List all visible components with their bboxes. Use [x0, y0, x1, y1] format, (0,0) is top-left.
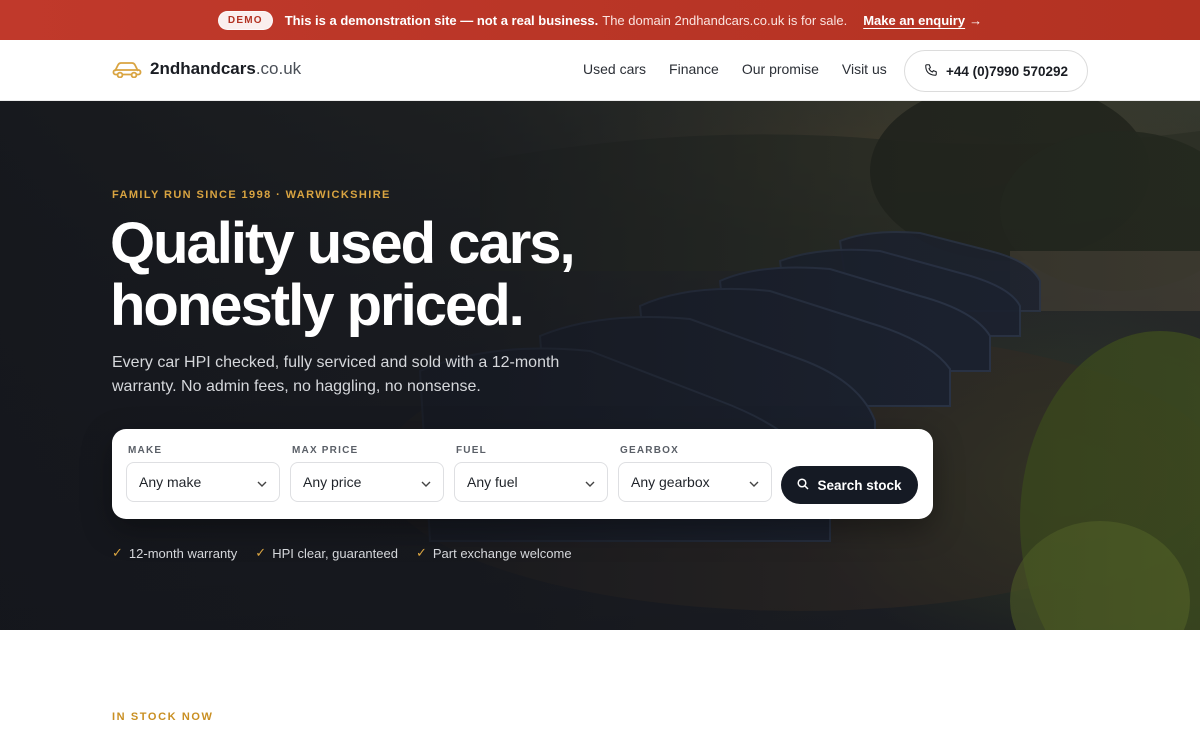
site-header: 2ndhandcars.co.uk Used cars Finance Our …	[0, 40, 1200, 101]
check-icon: ✓	[255, 545, 267, 560]
gearbox-select[interactable]: Any gearbox	[618, 462, 772, 502]
demo-notice-strong: This is a demonstration site — not a rea…	[284, 12, 599, 28]
demo-notice-text: The domain 2ndhandcars.co.uk is for sale…	[602, 12, 848, 28]
search-stock-button[interactable]: Search stock	[781, 466, 918, 504]
fuel-select[interactable]: Any fuel	[454, 462, 608, 502]
chevron-down-icon	[421, 474, 431, 490]
hero-headline: Quality used cars, honestly priced.	[110, 213, 630, 337]
headline-line-2: honestly priced.	[110, 273, 525, 338]
chevron-down-icon	[749, 474, 759, 490]
make-select[interactable]: Any make	[126, 462, 280, 502]
chevron-down-icon	[585, 474, 595, 490]
make-enquiry-link[interactable]: Make an enquiry	[863, 13, 965, 28]
fuel-label: FUEL	[456, 445, 487, 456]
max-price-select[interactable]: Any price	[290, 462, 444, 502]
demo-badge: DEMO	[217, 10, 273, 30]
nav-visit-us[interactable]: Visit us	[842, 61, 887, 77]
logo-tld: .co.uk	[255, 59, 302, 78]
car-logo-icon	[112, 60, 142, 78]
gearbox-field: GEARBOX Any gearbox	[618, 445, 772, 502]
nav-used-cars[interactable]: Used cars	[583, 61, 646, 77]
gearbox-label: GEARBOX	[620, 445, 679, 456]
site-logo[interactable]: 2ndhandcars.co.uk	[112, 59, 301, 79]
trust-points: ✓ 12-month warranty ✓ HPI clear, guarant…	[112, 545, 572, 561]
logo-name: 2ndhandcars	[150, 59, 256, 78]
in-stock-eyebrow: IN STOCK NOW	[112, 711, 214, 723]
trust-point-part-exchange: ✓ Part exchange welcome	[415, 545, 572, 561]
hero-eyebrow: FAMILY RUN SINCE 1998 · WARWICKSHIRE	[112, 189, 391, 201]
max-price-label: MAX PRICE	[292, 445, 359, 456]
search-icon	[797, 477, 809, 493]
hero-section: FAMILY RUN SINCE 1998 · WARWICKSHIRE Qua…	[0, 101, 1200, 630]
stock-search-form: MAKE Any make MAX PRICE Any price FUEL A…	[112, 429, 933, 519]
make-field: MAKE Any make	[126, 445, 280, 502]
chevron-down-icon	[257, 474, 267, 490]
phone-number: +44 (0)7990 570292	[946, 63, 1068, 79]
check-icon: ✓	[415, 545, 427, 560]
nav-our-promise[interactable]: Our promise	[742, 61, 819, 77]
max-price-field: MAX PRICE Any price	[290, 445, 444, 502]
fuel-field: FUEL Any fuel	[454, 445, 608, 502]
trust-point-warranty: ✓ 12-month warranty	[112, 545, 238, 561]
headline-line-1: Quality used cars,	[110, 211, 576, 276]
make-label: MAKE	[128, 445, 163, 456]
arrow-right-icon: →	[969, 12, 983, 28]
main-nav: Used cars Finance Our promise Visit us	[583, 61, 887, 77]
trust-point-hpi: ✓ HPI clear, guaranteed	[255, 545, 398, 561]
check-icon: ✓	[112, 545, 123, 560]
demo-banner: DEMO This is a demonstration site — not …	[0, 0, 1200, 40]
phone-icon	[924, 63, 938, 80]
hero-subtext: Every car HPI checked, fully serviced an…	[112, 354, 560, 395]
nav-finance[interactable]: Finance	[669, 61, 719, 77]
phone-button[interactable]: +44 (0)7990 570292	[904, 50, 1088, 92]
search-button-label: Search stock	[817, 477, 902, 493]
